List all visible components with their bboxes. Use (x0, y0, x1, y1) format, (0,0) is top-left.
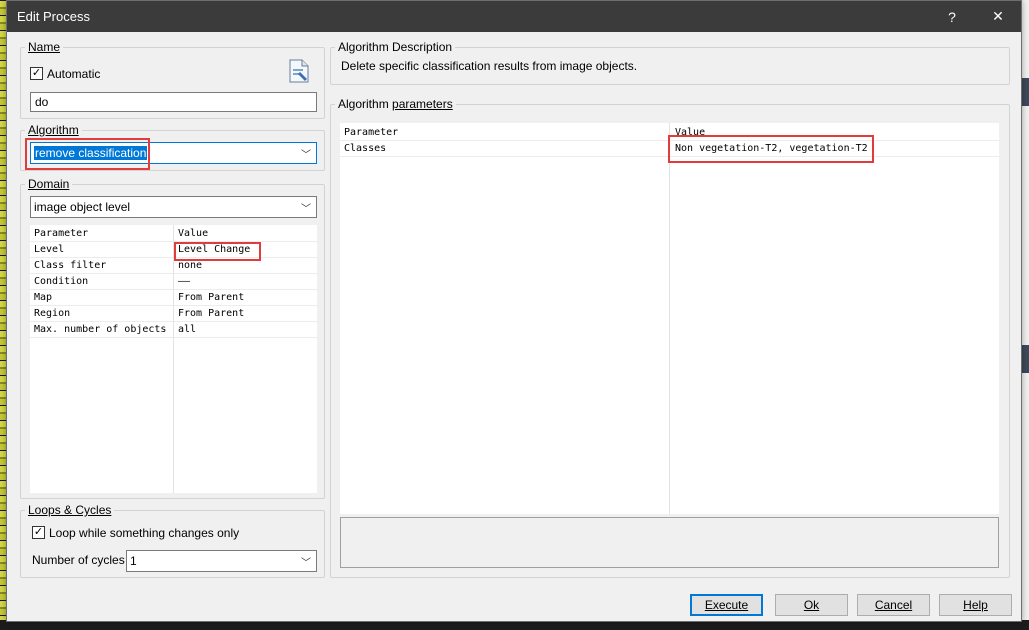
domain-selected-value: image object level (34, 200, 131, 214)
value-cell[interactable]: all (178, 322, 196, 338)
chevron-down-icon: ﹀ (301, 557, 311, 569)
algorithm-description-group: Algorithm Description Delete specific cl… (330, 41, 1010, 85)
name-legend: Name (25, 41, 64, 54)
table-row[interactable]: Level Level Change (30, 242, 317, 258)
algorithm-selected-value: remove classification (34, 146, 148, 160)
cancel-button[interactable]: Cancel (857, 594, 930, 616)
parameter-cell: Region (34, 308, 71, 319)
loop-while-changes-checkbox[interactable]: ✓ (32, 526, 45, 539)
number-of-cycles-label: Number of cycles (32, 553, 125, 567)
domain-select[interactable]: image object level ﹀ (30, 196, 317, 218)
algorithm-parameter-grid: Parameter Value Classes Non vegetation-T… (340, 123, 999, 514)
algorithm-parameters-group: Algorithm parameters Parameter Value Cla… (330, 98, 1010, 578)
cycles-selected-value: 1 (130, 554, 137, 568)
table-row[interactable]: Class filter none (30, 258, 317, 274)
table-row[interactable]: Classes Non vegetation-T2, vegetation-T2 (340, 141, 999, 157)
grid-header-row: Parameter Value (30, 226, 317, 242)
value-column-header: Value (178, 228, 209, 239)
parameter-cell: Classes (344, 143, 387, 154)
value-cell[interactable]: From Parent (178, 290, 244, 306)
question-mark-icon: ? (948, 8, 956, 25)
algorithm-group: Algorithm remove classification ﹀ (20, 124, 325, 171)
execute-button[interactable]: Execute (690, 594, 763, 616)
parameter-column-header: Parameter (34, 228, 89, 239)
parameter-cell: Condition (34, 276, 89, 287)
name-group: Name ✓ Automatic do (20, 41, 325, 119)
parameter-cell: Max. number of objects (34, 324, 167, 335)
domain-parameter-grid: Parameter Value Level Level Change Class… (30, 225, 317, 493)
ok-button[interactable]: Ok (775, 594, 848, 616)
checkmark-icon: ✓ (33, 526, 44, 538)
domain-group: Domain image object level ﹀ Parameter Va… (20, 178, 325, 499)
algorithm-select[interactable]: remove classification ﹀ (30, 142, 317, 164)
value-cell[interactable]: Non vegetation-T2, vegetation-T2 (675, 141, 868, 157)
table-row[interactable]: Map From Parent (30, 290, 317, 306)
value-cell[interactable]: From Parent (178, 306, 244, 322)
title-bar: Edit Process ? ✕ (7, 1, 1021, 32)
loops-cycles-group: Loops & Cycles ✓ Loop while something ch… (20, 504, 325, 578)
description-legend: Algorithm Description (335, 41, 456, 54)
close-icon: ✕ (992, 8, 1004, 24)
checkmark-icon: ✓ (31, 67, 42, 79)
grid-header-row: Parameter Value (340, 125, 999, 141)
process-document-icon[interactable] (288, 58, 310, 84)
parameter-cell: Map (34, 292, 53, 303)
loop-while-changes-label: Loop while something changes only (49, 526, 240, 540)
loops-legend: Loops & Cycles (25, 504, 115, 517)
column-separator (669, 123, 670, 514)
table-row[interactable]: Condition —— (30, 274, 317, 290)
value-cell[interactable]: none (178, 258, 202, 274)
edit-process-dialog: Edit Process ? ✕ Name ✓ Automatic do Alg… (6, 0, 1022, 622)
process-name-input[interactable]: do (30, 92, 317, 112)
help-label: Help (963, 598, 988, 612)
background-block (1021, 78, 1029, 106)
close-button[interactable]: ✕ (975, 1, 1021, 32)
parameters-legend: Algorithm parameters (335, 98, 456, 111)
algorithm-description-text: Delete specific classification results f… (341, 59, 638, 73)
execute-label: Execute (704, 598, 749, 612)
value-column-header: Value (675, 127, 706, 138)
value-cell[interactable]: —— (178, 274, 190, 290)
parameter-info-box (340, 517, 999, 568)
table-row[interactable]: Max. number of objects all (30, 322, 317, 338)
parameter-cell: Level (34, 244, 65, 255)
background-block (1021, 345, 1029, 373)
chevron-down-icon: ﹀ (301, 203, 311, 215)
parameter-cell: Class filter (34, 260, 107, 271)
table-row[interactable]: Region From Parent (30, 306, 317, 322)
automatic-label: Automatic (47, 67, 101, 81)
value-cell[interactable]: Level Change (178, 242, 250, 258)
help-button[interactable]: Help (939, 594, 1012, 616)
title-help-button[interactable]: ? (929, 1, 975, 32)
algorithm-legend: Algorithm (25, 124, 82, 137)
automatic-checkbox[interactable]: ✓ (30, 67, 43, 80)
parameter-column-header: Parameter (344, 127, 399, 138)
domain-legend: Domain (25, 178, 73, 191)
dialog-title: Edit Process (17, 9, 90, 24)
ok-label: Ok (803, 598, 820, 612)
number-of-cycles-select[interactable]: 1 ﹀ (126, 550, 317, 572)
cancel-label: Cancel (874, 598, 913, 612)
chevron-down-icon: ﹀ (301, 149, 311, 161)
